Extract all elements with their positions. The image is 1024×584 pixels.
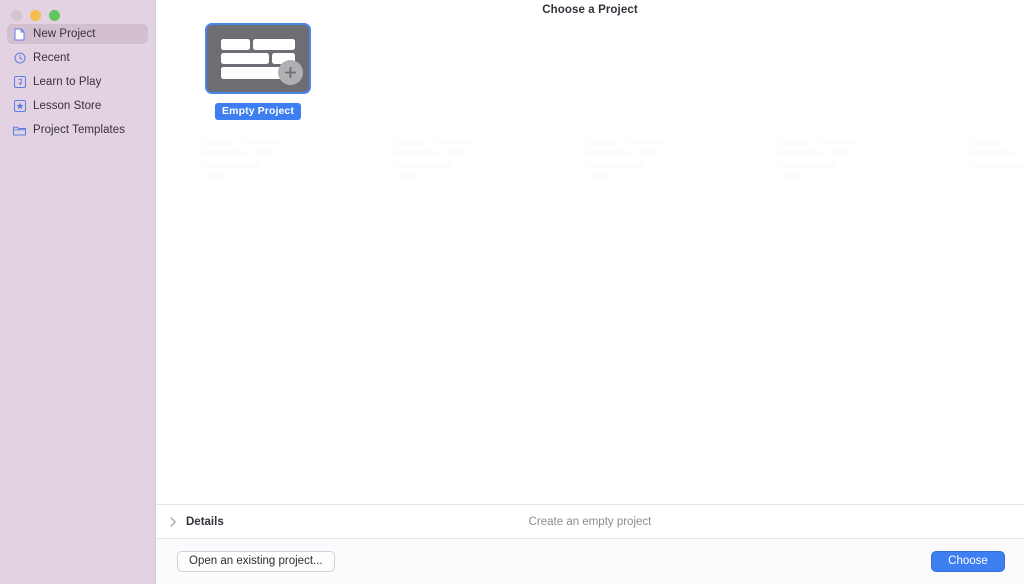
- sidebar-item-label: Recent: [33, 51, 70, 64]
- close-window-button[interactable]: [11, 9, 22, 21]
- sidebar-item-project-templates[interactable]: Project Templates: [7, 120, 148, 140]
- document-icon: [13, 28, 26, 41]
- folder-icon: [13, 124, 26, 137]
- sidebar-item-lesson-store[interactable]: Lesson Store: [7, 96, 148, 116]
- music-note-icon: [13, 76, 26, 89]
- sidebar-item-label: Learn to Play: [33, 75, 102, 88]
- sidebar: New Project Recent Learn to Play Lesson …: [0, 0, 156, 584]
- chevron-right-icon: [168, 516, 178, 527]
- sidebar-item-recent[interactable]: Recent: [7, 48, 148, 68]
- sidebar-nav-list: New Project Recent Learn to Play Lesson …: [0, 24, 155, 140]
- choose-button[interactable]: Choose: [931, 551, 1005, 572]
- track-bar: [253, 38, 295, 50]
- choose-a-project-window: New Project Recent Learn to Play Lesson …: [0, 0, 1024, 584]
- sidebar-item-label: Project Templates: [33, 123, 126, 136]
- open-existing-project-button[interactable]: Open an existing project...: [177, 551, 335, 572]
- minimize-window-button[interactable]: [30, 9, 41, 21]
- project-thumbnail[interactable]: [205, 23, 311, 94]
- project-grid: Empty Project: [156, 0, 1024, 504]
- star-icon: [13, 100, 26, 113]
- project-item-empty-project[interactable]: Empty Project: [194, 23, 322, 120]
- sidebar-item-new-project[interactable]: New Project: [7, 24, 148, 44]
- maximize-window-button[interactable]: [49, 9, 60, 21]
- sidebar-item-label: Lesson Store: [33, 99, 102, 112]
- sidebar-item-label: New Project: [33, 27, 96, 40]
- details-disclosure-toggle[interactable]: Details: [168, 516, 224, 528]
- tracks-with-plus-icon: [221, 38, 303, 85]
- sidebar-item-learn-to-play[interactable]: Learn to Play: [7, 72, 148, 92]
- track-bar: [221, 38, 250, 50]
- project-name-label: Empty Project: [215, 103, 301, 120]
- main-content: Choose a Project Empty Project Details C…: [156, 0, 1024, 584]
- window-traffic-lights: [0, 0, 155, 22]
- details-description: Create an empty project: [528, 515, 652, 528]
- background-ghost-artifacts: [202, 138, 1024, 178]
- clock-icon: [13, 52, 26, 65]
- plus-icon: [278, 59, 303, 85]
- details-label: Details: [186, 515, 224, 528]
- footer-toolbar: Open an existing project... Choose: [156, 538, 1024, 584]
- details-bar: Details Create an empty project: [156, 504, 1024, 538]
- track-bar: [221, 52, 269, 64]
